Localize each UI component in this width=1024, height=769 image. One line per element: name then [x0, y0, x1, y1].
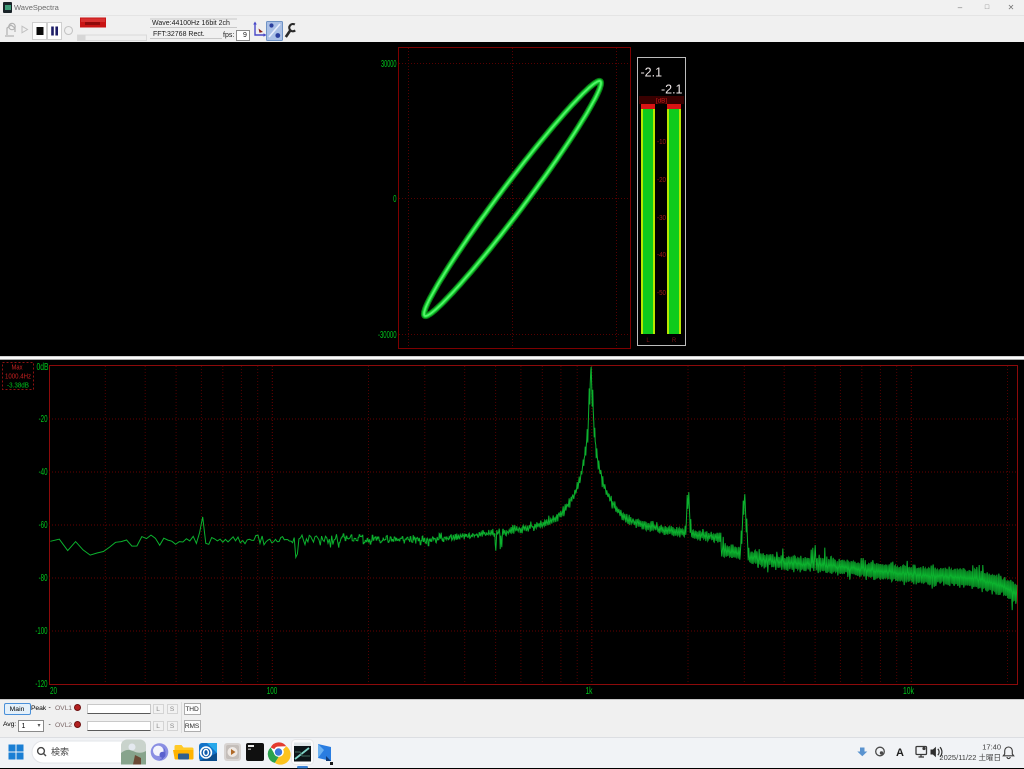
svg-text:17:40: 17:40: [982, 743, 1001, 752]
svg-text:R: R: [672, 338, 677, 344]
svg-text:-60: -60: [39, 520, 48, 531]
svg-text:1k: 1k: [586, 686, 594, 697]
svg-text:-20: -20: [657, 177, 666, 184]
svg-text:Max: Max: [12, 363, 23, 372]
svg-text:-40: -40: [657, 252, 666, 259]
svg-text:-2.1: -2.1: [641, 66, 663, 80]
svg-text:2025/11/22 土曜日: 2025/11/22 土曜日: [939, 752, 1001, 762]
svg-text:-3.38dB: -3.38dB: [7, 381, 29, 390]
svg-text:-50: -50: [657, 290, 666, 297]
svg-text:-30000: -30000: [378, 330, 397, 341]
svg-text:-120: -120: [35, 679, 47, 690]
svg-text:-40: -40: [39, 467, 48, 478]
svg-text:A: A: [896, 747, 904, 759]
svg-text:-100: -100: [35, 626, 47, 637]
svg-text:0: 0: [393, 194, 397, 205]
svg-text:10k: 10k: [903, 686, 915, 697]
svg-text:-2.1: -2.1: [661, 83, 683, 97]
svg-text:-30: -30: [657, 215, 666, 222]
svg-text:0dB: 0dB: [37, 362, 49, 373]
svg-text:100: 100: [267, 686, 278, 697]
svg-text:検索: 検索: [51, 746, 69, 757]
svg-text:[dB]: [dB]: [656, 98, 667, 105]
svg-text:-10: -10: [657, 139, 666, 146]
svg-text:20: 20: [50, 686, 57, 697]
svg-text:-20: -20: [39, 414, 48, 425]
svg-text:-80: -80: [39, 573, 48, 584]
svg-text:1000.4Hz: 1000.4Hz: [5, 372, 31, 381]
svg-text:30000: 30000: [381, 59, 397, 70]
